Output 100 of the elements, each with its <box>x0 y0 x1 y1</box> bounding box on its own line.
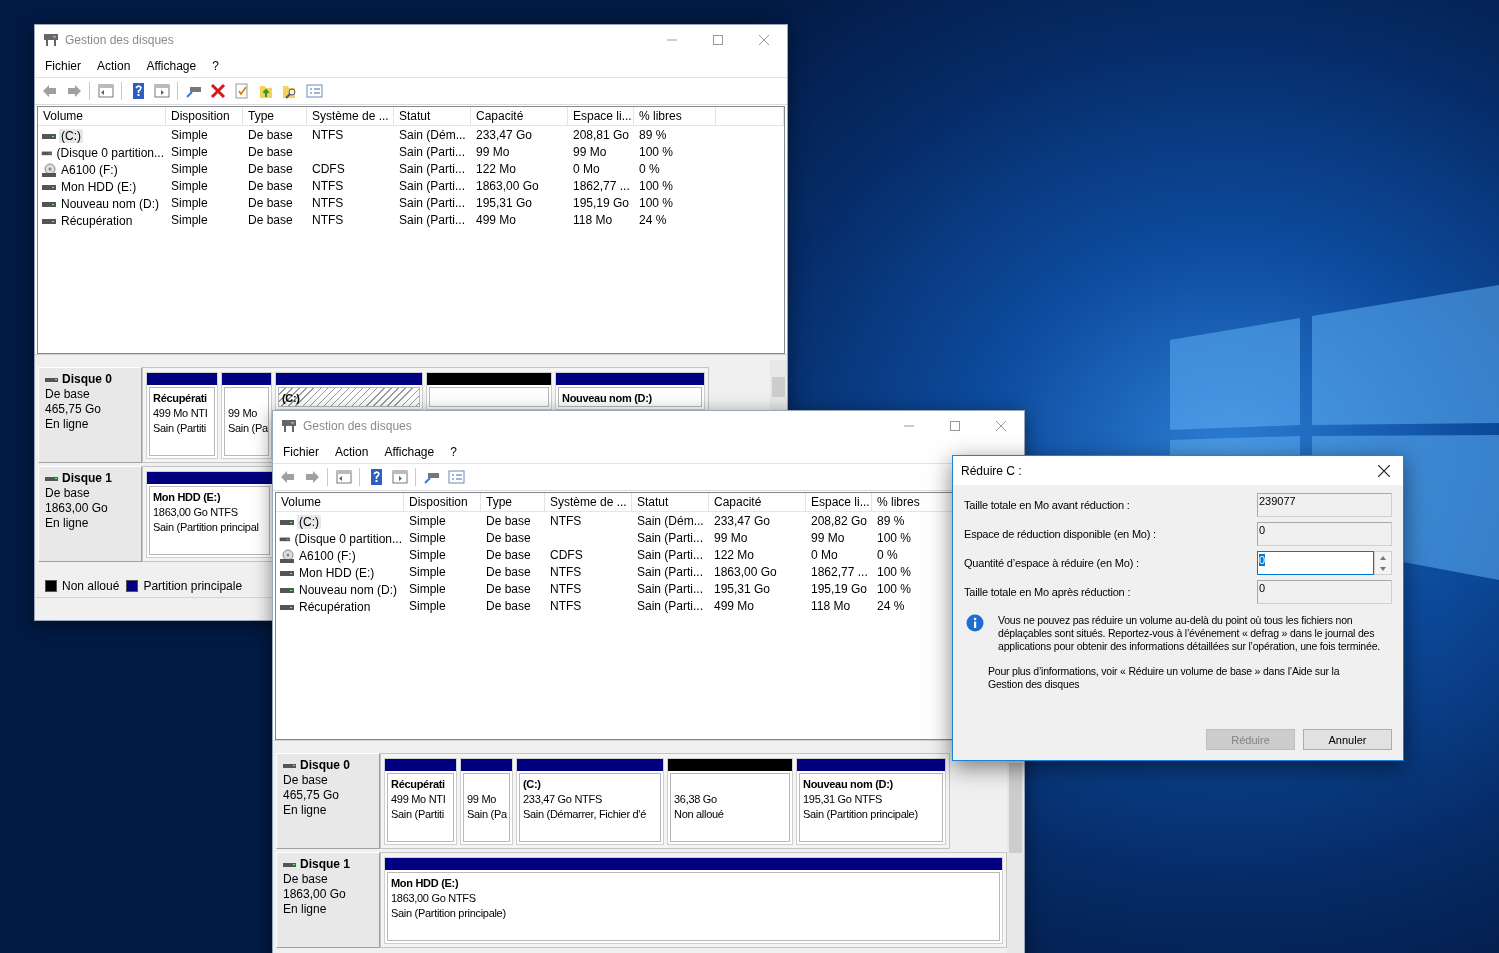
column-header[interactable]: Statut <box>632 493 709 511</box>
drive-name[interactable]: (C:) <box>59 128 83 143</box>
dialog-button[interactable]: Annuler <box>1303 729 1392 750</box>
table-cell-text: 99 Mo <box>475 144 511 160</box>
cd-drive-icon <box>279 548 295 563</box>
action-pane-icon <box>152 82 171 100</box>
partition-detail: 499 Mo NTI <box>153 406 208 421</box>
column-header[interactable]: Capacité <box>709 493 806 511</box>
menu-item[interactable]: Affichage <box>138 59 205 73</box>
table-cell-text: NTFS <box>311 178 345 194</box>
table-cell-text: 118 Mo <box>572 212 614 228</box>
drive-name[interactable]: Mon HDD (E:) <box>297 565 377 580</box>
column-header[interactable]: Statut <box>394 107 471 125</box>
drive-name[interactable]: A6100 (F:) <box>297 548 358 563</box>
disk-detail: En ligne <box>45 417 90 432</box>
table-cell-text: Simple <box>408 581 447 597</box>
quantity-field[interactable]: 0 <box>1257 551 1374 575</box>
table-cell-text: 118 Mo <box>810 598 852 614</box>
down-arrow-icon <box>1380 566 1386 571</box>
drive-name[interactable]: Récupération <box>59 213 135 228</box>
column-header[interactable]: Espace li... <box>806 493 872 511</box>
column-header[interactable]: Type <box>481 493 545 511</box>
column-header[interactable]: Type <box>243 107 307 125</box>
menu-item[interactable]: ? <box>204 59 227 73</box>
unallocated-block[interactable] <box>426 372 552 410</box>
delete-icon <box>208 82 227 100</box>
table-cell-text: 1862,77 ... <box>572 178 631 194</box>
drive-name[interactable]: Nouveau nom (D:) <box>297 582 400 597</box>
menu-item[interactable]: Affichage <box>376 445 443 459</box>
partition-bar <box>222 373 271 385</box>
field-label: Taille totale en Mo avant réduction : <box>964 499 1131 511</box>
table-cell-text: De base <box>485 581 532 597</box>
table-cell-text: De base <box>247 212 294 228</box>
table-cell-text: De base <box>247 195 294 211</box>
table-cell-text: De base <box>485 513 532 529</box>
column-header[interactable]: Disposition <box>404 493 481 511</box>
column-header[interactable]: Volume <box>276 493 404 511</box>
unallocated-block[interactable]: 36,38 Go Non alloué <box>667 758 793 845</box>
table-cell-text: 100 % <box>876 530 913 546</box>
partition-name: (C:) <box>523 777 541 792</box>
partition-block[interactable]: Mon HDD (E:) 1863,00 Go NTFS Sain (Partition principal <box>146 471 273 558</box>
partition-block[interactable]: Nouveau nom (D:) 195,31 Go NTFS Sain (Partition principale) <box>796 758 946 845</box>
table-cell-text: Simple <box>408 564 447 580</box>
table-cell-text: Simple <box>170 178 209 194</box>
table-cell-text: 1863,00 Go <box>475 178 540 194</box>
partition-block[interactable]: (C:) <box>275 372 423 410</box>
column-header[interactable]: Espace li... <box>568 107 634 125</box>
table-cell-text: Sain (Parti... <box>636 581 705 597</box>
menu-item[interactable]: Fichier <box>275 445 327 459</box>
drive-name[interactable]: Récupération <box>297 599 373 614</box>
drive-name[interactable]: A6100 (F:) <box>59 162 120 177</box>
partition-detail: 1863,00 Go NTFS <box>153 505 238 520</box>
menu-item[interactable]: Fichier <box>37 59 89 73</box>
action-pane-icon <box>390 468 409 486</box>
disk-detail: 1863,00 Go <box>45 501 109 516</box>
drive-name[interactable]: (C:) <box>297 514 321 529</box>
table-cell-text: 0 Mo <box>810 547 839 563</box>
disk-detail: De base <box>283 773 329 788</box>
drive-name[interactable]: (Disque 0 partition... <box>292 531 404 546</box>
scrollbar[interactable] <box>770 360 787 410</box>
table-cell-text: 100 % <box>638 144 675 160</box>
table-cell-text: 499 Mo <box>475 212 518 228</box>
partition-detail: Non alloué <box>674 807 724 822</box>
maximize-icon <box>713 35 723 45</box>
disk-detail: De base <box>283 872 329 887</box>
partition-block[interactable]: 99 Mo Sain (Pa <box>460 758 513 845</box>
disk-name: Disque 0 <box>62 372 112 387</box>
table-cell-text: CDFS <box>549 547 584 563</box>
column-header[interactable]: Système de ... <box>545 493 632 511</box>
partition-block[interactable]: (C:) 233,47 Go NTFS Sain (Démarrer, Fichier d'é <box>516 758 664 845</box>
spin-buttons[interactable] <box>1374 551 1392 575</box>
table-cell-text: De base <box>247 127 294 143</box>
menu-item[interactable]: Action <box>89 59 139 73</box>
table-cell-text: Sain (Parti... <box>398 144 467 160</box>
partition-block[interactable]: 99 Mo Sain (Pa <box>221 372 272 459</box>
partition-detail: 36,38 Go <box>674 792 717 807</box>
close-icon <box>1378 464 1390 477</box>
menu-item[interactable]: Action <box>327 445 377 459</box>
drive-name[interactable]: (Disque 0 partition... <box>54 145 166 160</box>
maximize-icon <box>950 421 960 431</box>
drive-name[interactable]: Mon HDD (E:) <box>59 179 139 194</box>
partition-block[interactable]: Nouveau nom (D:) <box>555 372 705 410</box>
drive-name[interactable]: Nouveau nom (D:) <box>59 196 162 211</box>
table-cell-text: Sain (Parti... <box>636 598 705 614</box>
partition-block[interactable]: Mon HDD (E:) 1863,00 Go NTFS Sain (Partition principale) <box>384 857 1003 944</box>
disk-management-icon <box>43 32 59 48</box>
table-cell-text: De base <box>247 178 294 194</box>
column-header[interactable]: Disposition <box>166 107 243 125</box>
legend-label: Non alloué <box>62 579 120 593</box>
column-header[interactable]: Volume <box>38 107 166 125</box>
partition-detail: Sain (Partiti <box>391 807 444 822</box>
table-cell-text: 208,81 Go <box>572 127 631 143</box>
column-header[interactable]: % libres <box>634 107 716 125</box>
partition-bar <box>385 759 456 771</box>
column-header[interactable]: Capacité <box>471 107 568 125</box>
partition-block[interactable]: Récupérati 499 Mo NTI Sain (Partiti <box>146 372 218 459</box>
menu-item[interactable]: ? <box>442 445 465 459</box>
column-header[interactable]: Système de ... <box>307 107 394 125</box>
partition-block[interactable]: Récupérati 499 Mo NTI Sain (Partiti <box>384 758 457 845</box>
disk-detail: De base <box>45 387 91 402</box>
